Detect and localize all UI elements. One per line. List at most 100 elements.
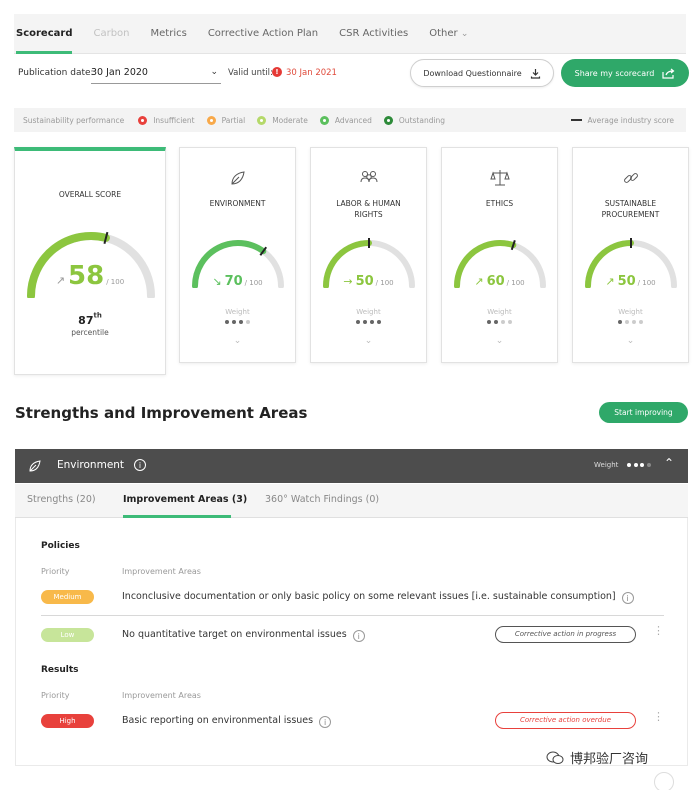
tab-corrective-action-plan[interactable]: Corrective Action Plan — [208, 14, 318, 54]
environment-score-number: 70 — [224, 274, 243, 289]
environment-weight-label: Weight — [225, 308, 250, 316]
overall-percentile: 87th percentile — [15, 309, 165, 337]
publication-date-select[interactable]: 30 Jan 2020 ⌄ — [91, 62, 221, 84]
weight-dot — [363, 320, 367, 324]
legend-item-outstanding: Outstanding — [383, 115, 446, 125]
improvement-item-text: Inconclusive documentation or only basic… — [122, 591, 634, 604]
policies-area-header: Improvement Areas — [122, 567, 201, 576]
partial-dot-icon — [206, 115, 216, 125]
procurement-score-number: 50 — [617, 274, 636, 289]
ethics-score-number: 60 — [486, 274, 505, 289]
wechat-icon — [546, 751, 564, 764]
tab-other[interactable]: Other ⌄ — [429, 14, 468, 54]
theme-title-ethics: ETHICS — [485, 199, 514, 208]
trend-up-icon: ↗ — [474, 275, 484, 288]
watermark-text: 博邦验厂咨询 — [570, 752, 649, 767]
start-improving-button[interactable]: Start improving — [599, 402, 688, 423]
alert-icon: ! — [272, 67, 282, 77]
percentile-label: percentile — [71, 328, 109, 337]
info-icon[interactable]: i — [134, 459, 146, 471]
environment-panel-header[interactable]: Environment i Weight ⌃ — [15, 449, 688, 483]
improvement-item-text: Basic reporting on environmental issues i — [122, 715, 332, 728]
subtab-360-watch-findings[interactable]: 360° Watch Findings (0) — [265, 494, 379, 505]
procurement-score: ↗ 50/ 100 — [573, 270, 688, 289]
chevron-down-icon[interactable]: ⌄ — [442, 336, 557, 346]
legend-partial-label: Partial — [221, 115, 246, 125]
legend-advanced-label: Advanced — [334, 115, 372, 125]
link-icon — [573, 168, 688, 188]
chevron-down-icon[interactable]: ⌄ — [573, 336, 688, 346]
publication-row: Publication date: 30 Jan 2020 ⌄ Valid un… — [14, 56, 689, 92]
theme-card-environment[interactable]: ENVIRONMENT ↘ 70/ 100 Weight ⌄ — [179, 147, 296, 363]
weight-dot — [501, 320, 505, 324]
legend-outstanding-label: Outstanding — [398, 115, 446, 125]
tab-carbon[interactable]: Carbon — [93, 14, 129, 54]
info-icon[interactable]: i — [621, 592, 634, 604]
scales-icon — [442, 168, 557, 188]
chevron-down-icon[interactable]: ⌄ — [311, 336, 426, 346]
info-icon[interactable]: i — [352, 630, 365, 642]
download-button-label: Download Questionnaire — [423, 68, 522, 78]
more-options-icon[interactable]: ⋮ — [653, 625, 664, 636]
advanced-dot-icon — [319, 115, 329, 125]
legend-item-advanced: Advanced — [319, 115, 372, 125]
publication-date-value: 30 Jan 2020 — [91, 67, 148, 78]
chevron-up-icon[interactable]: ⌃ — [664, 456, 674, 470]
overall-score-denominator: / 100 — [106, 278, 125, 286]
environment-score: ↘ 70/ 100 — [180, 270, 295, 289]
more-options-icon[interactable]: ⋮ — [653, 711, 664, 722]
theme-card-ethics[interactable]: ETHICS ↗ 60/ 100 Weight ⌄ — [441, 147, 558, 363]
share-scorecard-button[interactable]: Share my scorecard — [561, 59, 689, 87]
procurement-weight-dots — [573, 320, 688, 324]
download-questionnaire-button[interactable]: Download Questionnaire — [410, 59, 554, 87]
subtab-improvement-areas[interactable]: Improvement Areas (3) — [123, 494, 247, 505]
theme-title-environment: ENVIRONMENT — [209, 199, 266, 208]
chevron-down-icon[interactable]: ⌄ — [180, 336, 295, 346]
environment-weight-dots — [180, 320, 295, 324]
results-area-header: Improvement Areas — [122, 691, 201, 700]
theme-title-procurement: SUSTAINABLE PROCUREMENT — [601, 199, 660, 219]
legend-average-industry: Average industry score — [570, 116, 674, 125]
procurement-weight-label: Weight — [618, 308, 643, 316]
trend-flat-icon: → — [343, 275, 353, 288]
weight-dot — [246, 320, 250, 324]
tab-scorecard[interactable]: Scorecard — [16, 14, 73, 54]
corrective-action-overdue-button[interactable]: Corrective action overdue — [495, 712, 636, 729]
weight-dot — [646, 463, 651, 467]
leaf-icon — [180, 168, 295, 188]
ethics-score: ↗ 60/ 100 — [442, 270, 557, 289]
divider — [41, 615, 664, 616]
labor-score: → 50/ 100 — [311, 270, 426, 289]
labor-score-denominator: / 100 — [375, 279, 394, 287]
priority-badge-high: High — [41, 714, 94, 728]
weight-dot — [633, 463, 638, 467]
labor-weight-dots — [311, 320, 426, 324]
weight-dot — [625, 320, 629, 324]
procurement-score-denominator: / 100 — [637, 279, 656, 287]
legend-item-moderate: Moderate — [257, 115, 308, 125]
theme-card-labor-human-rights[interactable]: LABOR & HUMAN RIGHTS → 50/ 100 Weight ⌄ — [310, 147, 427, 363]
environment-panel-weight-label: Weight — [594, 461, 619, 469]
trend-up-icon: ↗ — [55, 274, 66, 287]
subtab-strengths[interactable]: Strengths (20) — [27, 494, 96, 505]
legend-item-partial: Partial — [206, 115, 246, 125]
weight-dot — [640, 463, 644, 467]
theme-card-sustainable-procurement[interactable]: SUSTAINABLE PROCUREMENT ↗ 50/ 100 Weight … — [572, 147, 689, 363]
legend-moderate-label: Moderate — [272, 115, 308, 125]
environment-score-denominator: / 100 — [244, 279, 263, 287]
legend-item-insufficient: Insufficient — [138, 115, 195, 125]
tab-metrics[interactable]: Metrics — [151, 14, 187, 54]
environment-panel-title: Environment — [57, 459, 125, 471]
overall-score-card: OVERALL SCORE ↗ 58/ 100 87th percentile — [14, 147, 166, 375]
priority-badge-medium: Medium — [41, 590, 94, 604]
info-icon[interactable]: i — [319, 716, 332, 728]
weight-dot — [239, 320, 243, 324]
tab-csr-activities[interactable]: CSR Activities — [339, 14, 408, 54]
percentile-suffix: th — [93, 311, 102, 320]
corrective-action-status-button[interactable]: Corrective action in progress — [495, 626, 636, 643]
download-icon — [530, 68, 540, 79]
weight-dot — [370, 320, 374, 324]
trend-up-icon: ↗ — [605, 275, 615, 288]
policies-priority-header: Priority — [41, 567, 70, 576]
improvement-item-label: Basic reporting on environmental issues — [122, 715, 314, 726]
